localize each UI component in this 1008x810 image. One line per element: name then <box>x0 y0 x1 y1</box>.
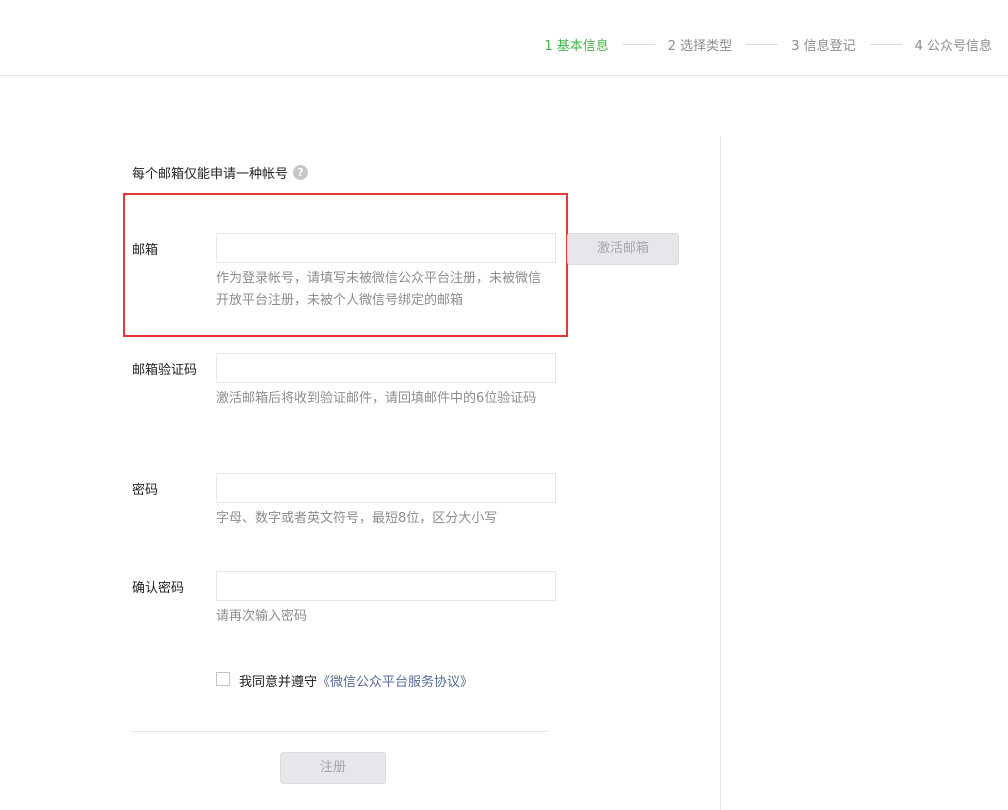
confirm-password-label: 确认密码 <box>132 581 185 596</box>
agreement-link[interactable]: 《微信公众平台服务协议》 <box>317 675 473 690</box>
header: 1 基本信息 2 选择类型 3 信息登记 4 公众号信息 <box>0 0 1008 76</box>
email-code-input[interactable] <box>216 353 556 383</box>
email-input[interactable] <box>216 233 556 263</box>
agreement-checkbox[interactable] <box>216 672 230 686</box>
email-notice: 每个邮箱仅能申请一种帐号 ? <box>132 163 309 182</box>
email-code-tip: 激活邮箱后将收到验证邮件，请回填邮件中的6位验证码 <box>216 391 537 406</box>
password-input[interactable] <box>216 473 556 503</box>
step-connector <box>746 44 779 45</box>
step-account-info: 4 公众号信息 <box>914 39 992 54</box>
email-label: 邮箱 <box>132 243 159 258</box>
highlight-box <box>123 193 568 337</box>
password-label: 密码 <box>132 483 159 498</box>
email-tip: 作为登录帐号，请填写未被微信公众平台注册，未被微信开放平台注册，未被个人微信号绑… <box>216 271 542 308</box>
step-connector <box>869 44 902 45</box>
form-divider <box>132 731 547 732</box>
confirm-password-input[interactable] <box>216 571 556 601</box>
step-connector <box>622 44 655 45</box>
confirm-password-tip: 请再次输入密码 <box>216 609 308 624</box>
help-icon[interactable]: ? <box>293 165 309 180</box>
agreement-prefix: 我同意并遵守 <box>239 675 318 690</box>
email-notice-text: 每个邮箱仅能申请一种帐号 <box>132 167 289 182</box>
step-progress: 1 基本信息 2 选择类型 3 信息登记 4 公众号信息 <box>544 35 992 54</box>
password-tip: 字母、数字或者英文符号，最短8位，区分大小写 <box>216 511 498 526</box>
step-select-type: 2 选择类型 <box>667 39 733 54</box>
activate-email-button[interactable]: 激活邮箱 <box>567 233 679 265</box>
step-basic-info: 1 基本信息 <box>544 39 609 54</box>
register-button[interactable]: 注册 <box>280 752 386 784</box>
email-code-label: 邮箱验证码 <box>132 363 198 378</box>
step-info-register: 3 信息登记 <box>791 39 856 54</box>
vertical-divider <box>720 136 721 810</box>
agreement-text: 我同意并遵守《微信公众平台服务协议》 <box>239 671 473 690</box>
